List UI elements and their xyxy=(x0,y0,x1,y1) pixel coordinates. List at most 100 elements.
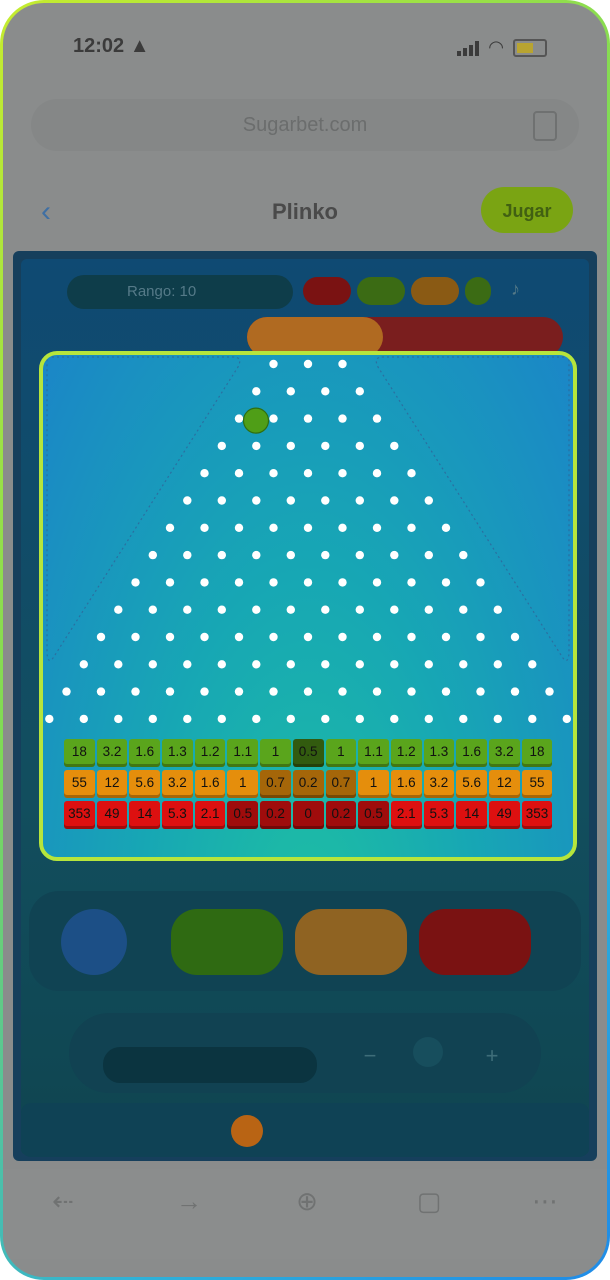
peg xyxy=(303,523,313,532)
nav-add-icon[interactable]: ⊕ xyxy=(287,1181,327,1221)
screen: 12:02 ▲ ◠ Sugarbet.com ‹ Plinko Jugar Ra… xyxy=(3,3,607,1277)
peg xyxy=(252,714,261,724)
peg xyxy=(424,714,433,724)
peg xyxy=(355,605,364,614)
multiplier-cell-orange: 0.7 xyxy=(325,770,357,798)
peg xyxy=(62,687,71,696)
wifi-icon: ◠ xyxy=(489,37,503,57)
risk-pill-lime[interactable] xyxy=(465,277,491,305)
peg xyxy=(183,550,192,560)
multiplier-grid: 18 3.2 1.6 1.3 1.2 1.1 1 0.5 1 1.1 1.2 1.3 1.6 3.2 18 5… xyxy=(64,739,553,832)
peg xyxy=(355,550,364,560)
plus-icon[interactable]: + xyxy=(477,1043,507,1073)
peg xyxy=(165,578,175,587)
risk-pill-orange[interactable] xyxy=(411,277,459,305)
drop-green-button[interactable] xyxy=(171,909,283,975)
multiplier-cell-orange: 5.6 xyxy=(456,770,487,798)
multiplier-cell-green: 3.2 xyxy=(96,739,128,767)
multiplier-cell-orange: 1 xyxy=(358,770,389,798)
multiplier-row-red: 353 49 14 5.3 2.1 0.5 0.2 0 0.2 0.5 2.1 5.3 14 49 353 xyxy=(64,801,553,829)
risk-pill-green[interactable] xyxy=(357,277,405,305)
peg xyxy=(441,523,451,532)
multiplier-row-orange: 55 12 5.6 3.2 1.6 1 0.7 0.2 0.7 1 1.6 3.2 5.6 12 55 xyxy=(64,770,553,798)
multiplier-cell-orange: 55 xyxy=(521,770,553,798)
multiplier-cell-orange: 1.6 xyxy=(390,770,422,798)
peg xyxy=(286,387,295,396)
peg xyxy=(493,605,502,614)
multiplier-cell-red: 353 xyxy=(521,801,553,829)
multiplier-cell-orange: 3.2 xyxy=(423,770,455,798)
stake-icon[interactable] xyxy=(413,1037,443,1067)
peg xyxy=(234,469,244,478)
multiplier-cell-green: 1.3 xyxy=(162,739,193,767)
peg xyxy=(424,660,433,669)
peg xyxy=(114,605,123,614)
share-icon[interactable] xyxy=(533,111,557,141)
peg xyxy=(493,714,502,724)
drop-orange-button[interactable] xyxy=(295,909,407,975)
peg xyxy=(286,605,295,614)
peg xyxy=(321,550,330,560)
peg xyxy=(286,714,295,724)
peg xyxy=(45,714,54,724)
multiplier-cell-red: 14 xyxy=(129,801,161,829)
peg xyxy=(476,632,485,642)
peg xyxy=(390,605,399,614)
bet-input[interactable] xyxy=(103,1047,317,1083)
multiplier-cell-green: 1 xyxy=(325,739,357,767)
multiplier-cell-green: 1.1 xyxy=(227,739,259,767)
nav-back-icon[interactable]: ⇠ xyxy=(43,1181,83,1221)
multiplier-cell-green: 1.6 xyxy=(129,739,161,767)
risk-pill-red[interactable] xyxy=(303,277,351,305)
peg xyxy=(303,687,313,696)
balance-strip xyxy=(21,1103,589,1157)
peg xyxy=(165,687,175,696)
multiplier-cell-red: 2.1 xyxy=(194,801,226,829)
peg xyxy=(286,496,295,505)
peg xyxy=(114,660,123,669)
peg xyxy=(96,687,106,696)
multiplier-cell-orange: 0.7 xyxy=(260,770,291,798)
peg xyxy=(355,714,364,724)
minus-icon[interactable]: − xyxy=(355,1043,385,1073)
peg xyxy=(407,523,416,532)
multiplier-cell-orange: 3.2 xyxy=(162,770,193,798)
peg xyxy=(459,714,468,724)
status-bar: 12:02 ▲ ◠ xyxy=(73,33,547,63)
nav-tabs-icon[interactable]: ▢ xyxy=(409,1181,449,1221)
nav-forward-icon[interactable]: → xyxy=(169,1181,209,1221)
peg xyxy=(321,605,330,614)
play-button[interactable]: Jugar xyxy=(481,187,573,233)
peg xyxy=(372,687,382,696)
left-guide xyxy=(46,356,241,662)
peg xyxy=(286,660,295,669)
peg xyxy=(252,605,261,614)
peg xyxy=(545,687,554,696)
peg xyxy=(286,550,295,560)
peg xyxy=(148,660,157,669)
peg xyxy=(476,687,485,696)
autoplay-button[interactable] xyxy=(61,909,127,975)
peg xyxy=(269,359,278,369)
multiplier-cell-red: 2.1 xyxy=(390,801,422,829)
peg xyxy=(303,469,313,478)
peg xyxy=(321,387,330,396)
multiplier-cell-orange: 12 xyxy=(488,770,520,798)
app-header: ‹ Plinko Jugar xyxy=(3,181,607,241)
nav-menu-icon[interactable]: ⋯ xyxy=(525,1181,565,1221)
peg xyxy=(390,660,399,669)
url-bar[interactable]: Sugarbet.com xyxy=(31,99,579,151)
sound-icon[interactable]: ♪ xyxy=(511,279,537,305)
multiplier-cell-orange: 0.2 xyxy=(292,770,324,798)
plinko-ball xyxy=(242,407,270,434)
multiplier-cell-green: 1.6 xyxy=(456,739,487,767)
peg xyxy=(372,414,382,423)
peg xyxy=(269,523,278,532)
peg xyxy=(372,632,382,642)
drop-red-button[interactable] xyxy=(419,909,531,975)
multiplier-cell-green: 18 xyxy=(521,739,553,767)
peg xyxy=(372,578,382,587)
peg xyxy=(321,441,330,451)
peg xyxy=(96,632,106,642)
peg xyxy=(562,714,571,724)
